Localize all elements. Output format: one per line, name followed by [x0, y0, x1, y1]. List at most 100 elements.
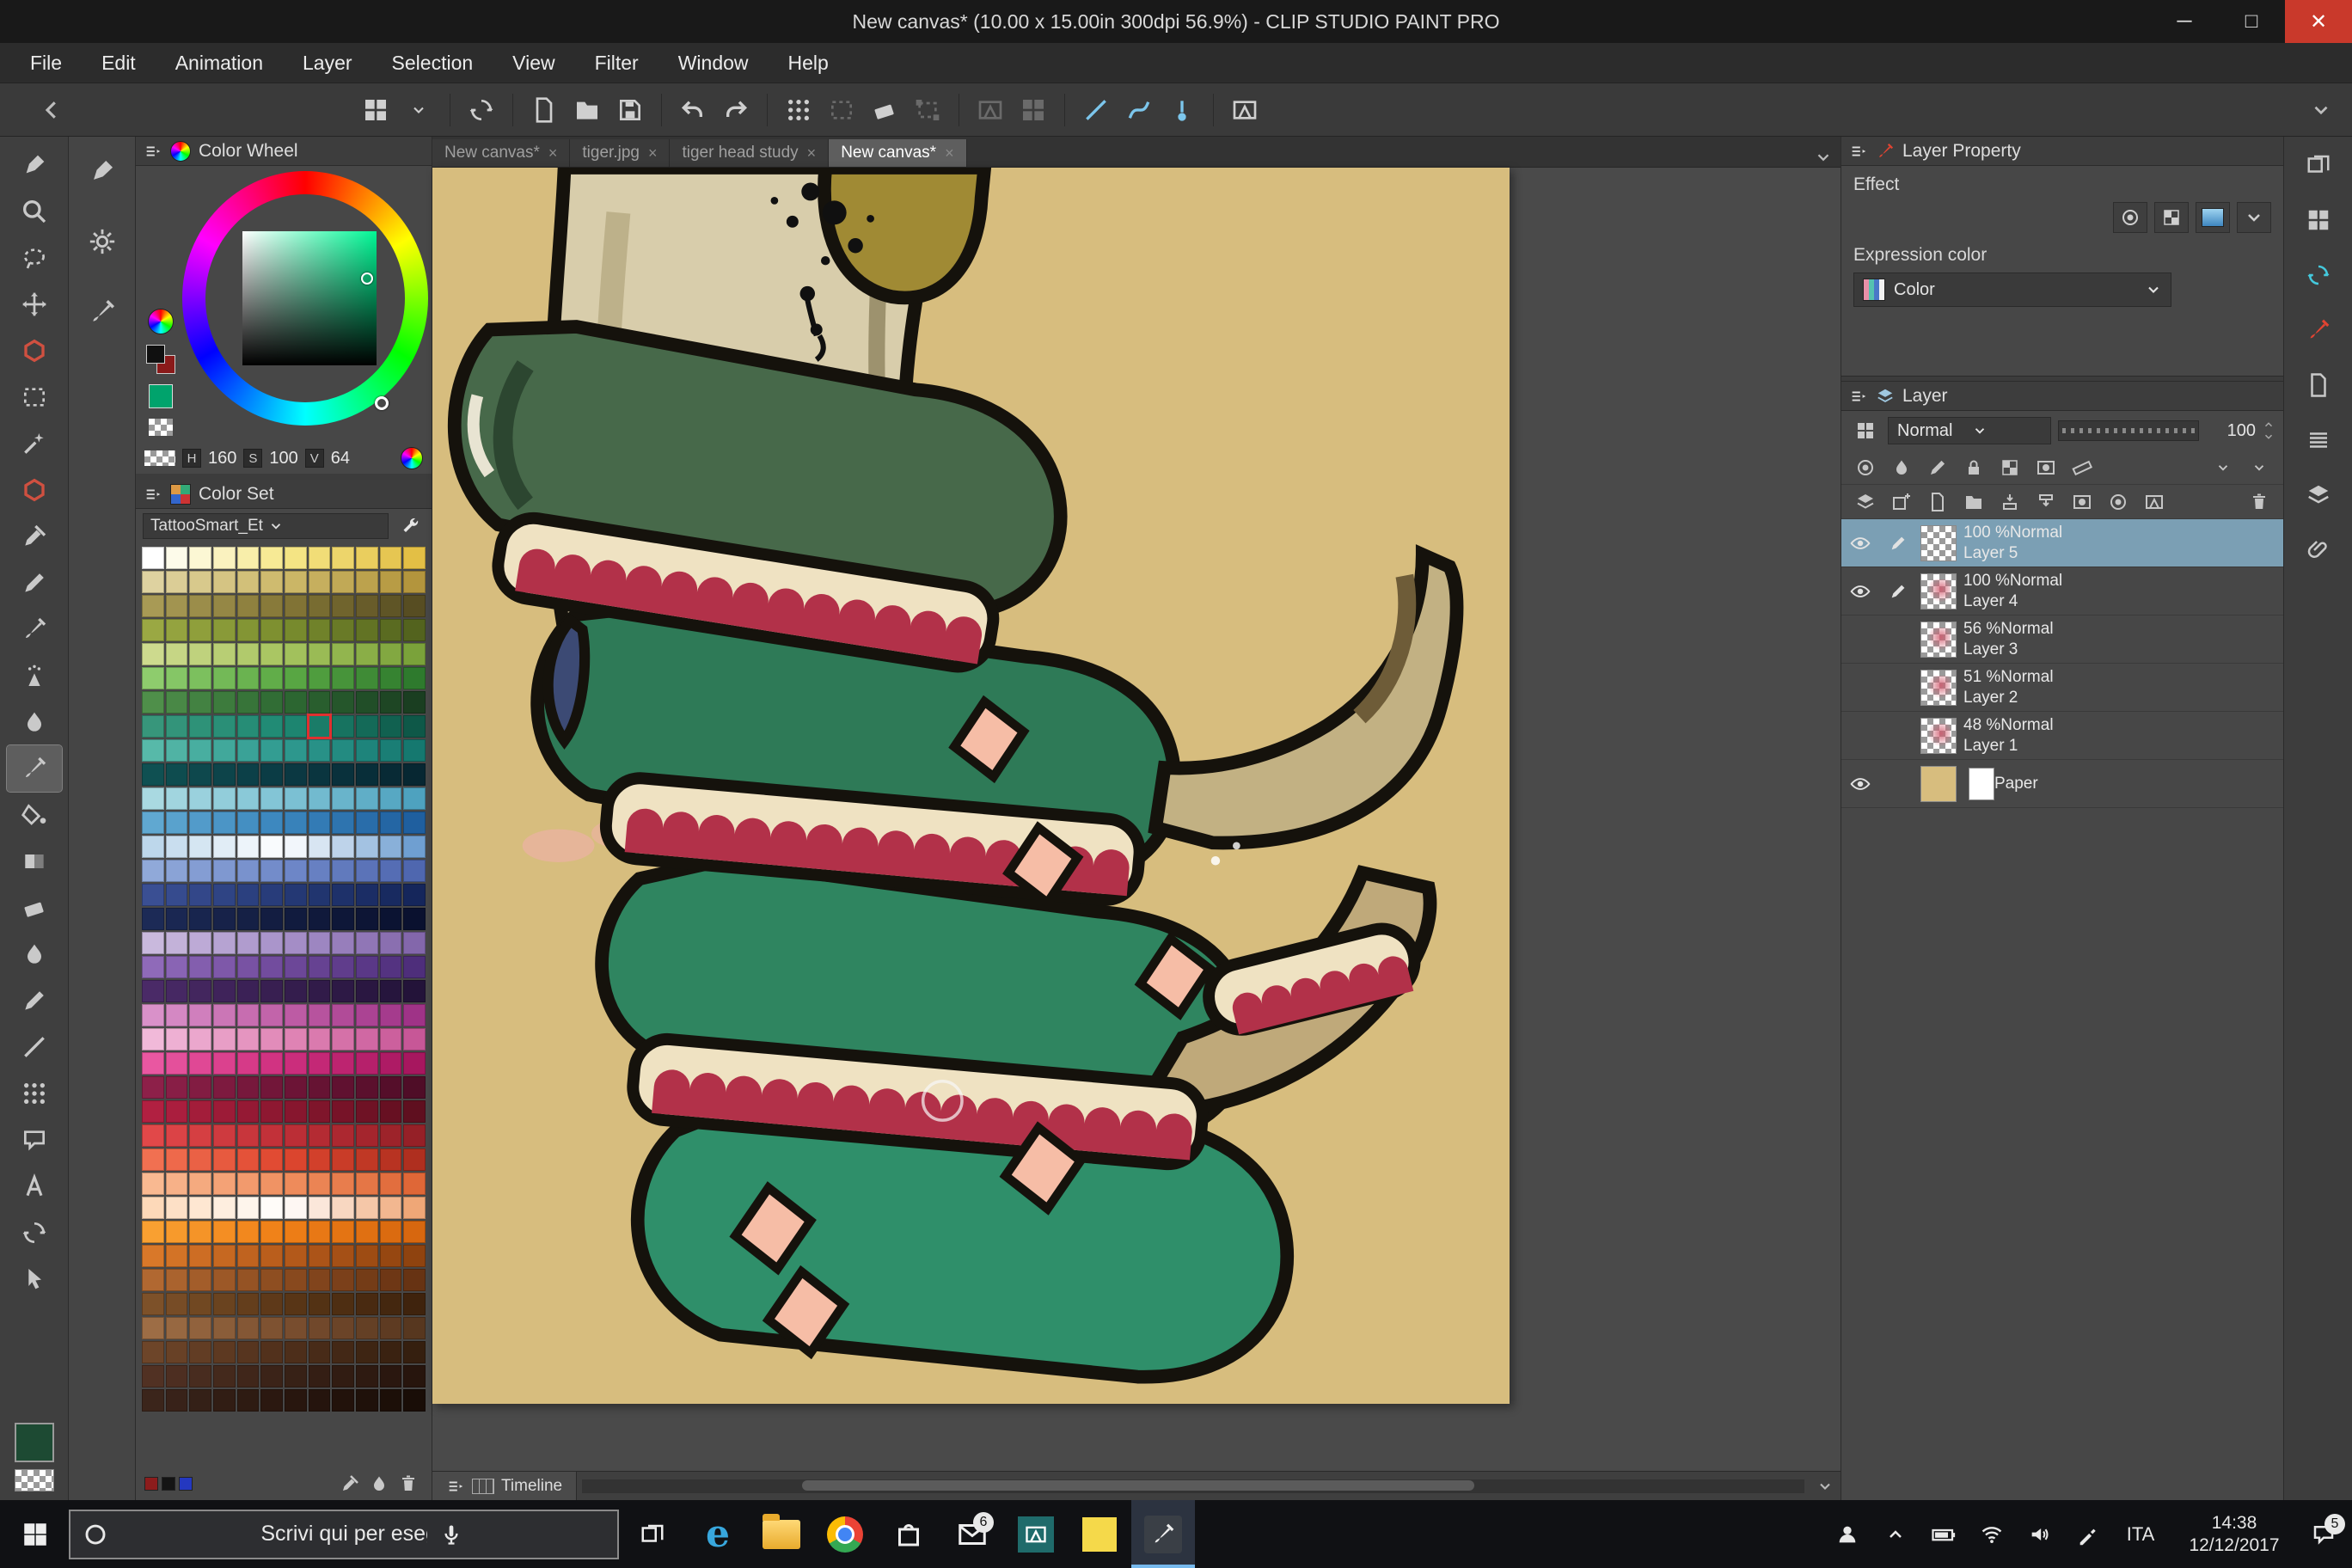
color-swatch[interactable]: [142, 1124, 164, 1147]
color-swatch[interactable]: [260, 884, 283, 906]
history-swatch[interactable]: [144, 1477, 158, 1491]
delete-color-icon[interactable]: [394, 1471, 423, 1497]
color-swatch[interactable]: [332, 787, 354, 810]
move-tool-icon[interactable]: [7, 281, 62, 328]
color-swatch[interactable]: [380, 1124, 402, 1147]
color-swatch[interactable]: [285, 1173, 307, 1195]
color-swatch[interactable]: [189, 1389, 211, 1412]
color-swatch[interactable]: [285, 595, 307, 617]
color-swatch[interactable]: [213, 860, 236, 882]
color-swatch[interactable]: [142, 980, 164, 1002]
color-swatch[interactable]: [380, 932, 402, 954]
color-swatch[interactable]: [285, 787, 307, 810]
color-swatch[interactable]: [380, 1341, 402, 1363]
color-swatch[interactable]: [332, 1052, 354, 1075]
color-swatch[interactable]: [309, 1052, 331, 1075]
color-swatch[interactable]: [356, 571, 378, 593]
color-swatch[interactable]: [142, 1221, 164, 1243]
color-swatch[interactable]: [189, 980, 211, 1002]
color-swatch[interactable]: [285, 1076, 307, 1099]
color-swatch[interactable]: [403, 860, 426, 882]
color-swatch[interactable]: [403, 739, 426, 762]
color-swatch[interactable]: [380, 1365, 402, 1387]
color-swatch[interactable]: [380, 1004, 402, 1026]
new-layer-folder-icon[interactable]: [1957, 487, 1991, 517]
color-swatch[interactable]: [285, 1100, 307, 1123]
color-swatch[interactable]: [237, 908, 260, 930]
color-swatch[interactable]: [213, 1197, 236, 1219]
color-swatch[interactable]: [285, 1341, 307, 1363]
task-view-button[interactable]: [622, 1500, 683, 1568]
color-swatch[interactable]: [403, 1004, 426, 1026]
color-swatch[interactable]: [380, 1221, 402, 1243]
clip-to-layer-below-icon[interactable]: [1848, 453, 1883, 482]
menu-file[interactable]: File: [10, 43, 82, 83]
delete-layer-icon[interactable]: [2242, 487, 2276, 517]
color-swatch[interactable]: [189, 1173, 211, 1195]
color-swatch[interactable]: [285, 547, 307, 569]
tool-property-panel-icon[interactable]: [78, 219, 126, 264]
color-swatch[interactable]: [403, 932, 426, 954]
deselect-icon[interactable]: [820, 89, 863, 131]
color-swatch[interactable]: [332, 595, 354, 617]
color-swatch[interactable]: [380, 739, 402, 762]
layer-thumbnail[interactable]: [1920, 718, 1957, 754]
color-swatch[interactable]: [403, 812, 426, 834]
color-swatch[interactable]: [189, 1341, 211, 1363]
color-swatch[interactable]: [356, 1124, 378, 1147]
select-options-icon[interactable]: [777, 89, 820, 131]
color-swatch[interactable]: [285, 1124, 307, 1147]
color-swatch[interactable]: [213, 691, 236, 714]
color-swatch[interactable]: [356, 908, 378, 930]
color-swatch[interactable]: [356, 1076, 378, 1099]
layer-row[interactable]: 56 %NormalLayer 3: [1841, 616, 2283, 664]
color-swatch[interactable]: [403, 1173, 426, 1195]
color-swatch[interactable]: [213, 980, 236, 1002]
color-swatch[interactable]: [380, 884, 402, 906]
color-swatch[interactable]: [213, 1028, 236, 1050]
color-swatch[interactable]: [380, 1100, 402, 1123]
color-swatch[interactable]: [380, 667, 402, 689]
color-swatch[interactable]: [332, 1124, 354, 1147]
taskbar-search[interactable]: Scrivi qui per eseguire la ricerca: [69, 1510, 619, 1559]
color-swatch[interactable]: [260, 691, 283, 714]
color-swatch[interactable]: [309, 908, 331, 930]
color-swatch[interactable]: [189, 787, 211, 810]
airbrush-tool-icon[interactable]: [7, 652, 62, 699]
layer-thumbnail[interactable]: [1920, 622, 1957, 658]
color-swatch[interactable]: [285, 956, 307, 978]
color-swatch[interactable]: [356, 667, 378, 689]
taskbar-app-photos[interactable]: [1004, 1500, 1068, 1568]
color-swatch[interactable]: [260, 1317, 283, 1339]
microphone-icon[interactable]: [439, 1522, 605, 1547]
minimize-button[interactable]: ─: [2151, 0, 2218, 43]
color-swatch[interactable]: [142, 1100, 164, 1123]
document-canvas[interactable]: [432, 168, 1510, 1404]
layer-property-panel-icon[interactable]: [2293, 364, 2344, 407]
color-swatch[interactable]: [332, 1341, 354, 1363]
color-swatch[interactable]: [403, 1221, 426, 1243]
color-swatch[interactable]: [403, 1389, 426, 1412]
color-swatch[interactable]: [260, 860, 283, 882]
transfer-to-lower-layer-icon[interactable]: [1993, 487, 2027, 517]
color-swatch[interactable]: [285, 860, 307, 882]
color-swatch[interactable]: [189, 932, 211, 954]
color-swatch[interactable]: [309, 932, 331, 954]
color-swatch[interactable]: [380, 1245, 402, 1267]
color-swatch[interactable]: [332, 1365, 354, 1387]
menu-edit[interactable]: Edit: [82, 43, 156, 83]
tab-overflow-icon[interactable]: [1806, 148, 1841, 167]
color-swatch[interactable]: [332, 932, 354, 954]
color-swatch[interactable]: [189, 1076, 211, 1099]
color-swatch[interactable]: [166, 715, 188, 738]
color-swatch[interactable]: [237, 1197, 260, 1219]
color-swatch[interactable]: [237, 1028, 260, 1050]
color-swatch[interactable]: [332, 1148, 354, 1171]
layer-menu-icon[interactable]: [1848, 487, 1883, 517]
color-swatch[interactable]: [237, 980, 260, 1002]
color-swatch[interactable]: [237, 1245, 260, 1267]
color-swatch[interactable]: [142, 715, 164, 738]
color-swatch[interactable]: [285, 1052, 307, 1075]
color-swatch[interactable]: [403, 908, 426, 930]
taskbar-app-chrome[interactable]: [813, 1500, 877, 1568]
